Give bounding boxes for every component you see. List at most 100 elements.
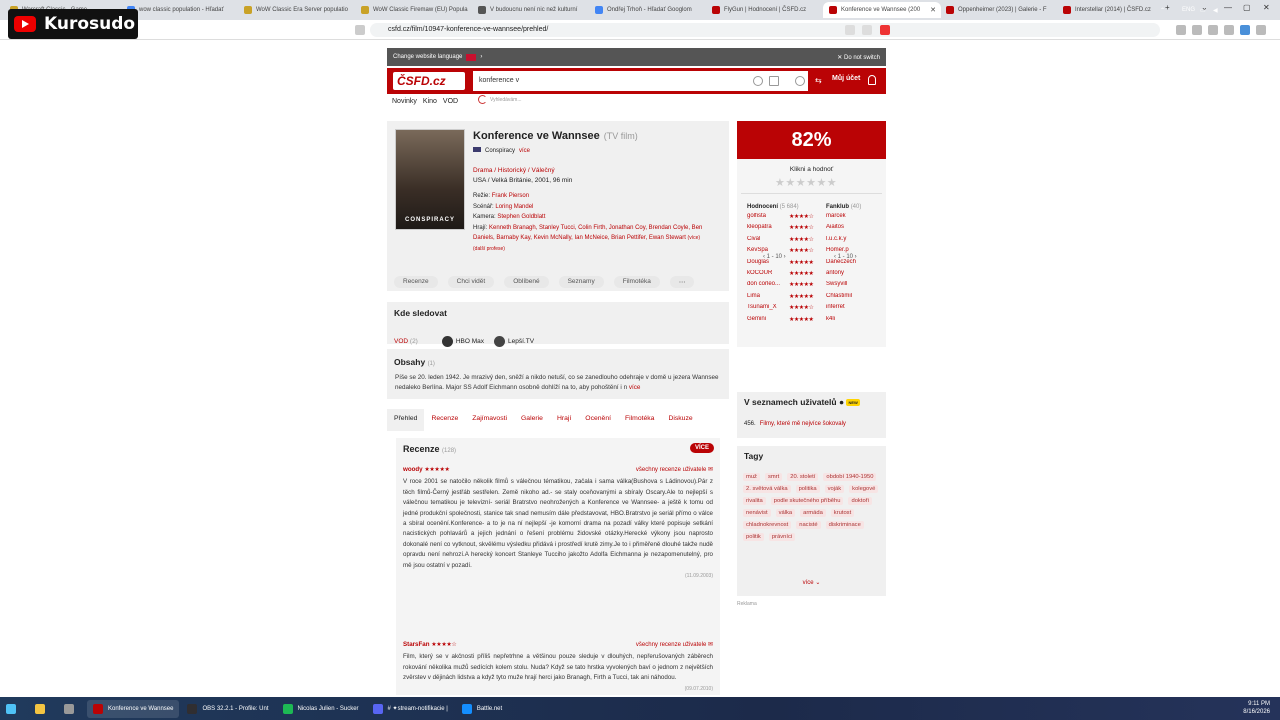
tag-item[interactable]: muž bbox=[743, 473, 760, 481]
tag-item[interactable]: nacisté bbox=[796, 521, 821, 529]
tag-item[interactable]: doktoři bbox=[848, 497, 872, 505]
maximize-icon[interactable]: ▢ bbox=[1243, 3, 1251, 12]
search-input[interactable]: konference v bbox=[473, 71, 808, 91]
rating-user[interactable]: don corleo... bbox=[747, 281, 789, 292]
profile-icon[interactable] bbox=[1240, 25, 1250, 35]
lepsi-tv-button[interactable]: Lepší.TV bbox=[494, 336, 534, 347]
all-user-reviews-link[interactable]: všechny recenze uživatele ✉ bbox=[636, 640, 713, 650]
film-action-button[interactable]: Filmotéka bbox=[613, 276, 660, 288]
browser-tab[interactable]: FlyGun | Hodnocení | ČSFD.cz bbox=[706, 2, 824, 18]
clock[interactable]: 9:11 PM 8/16/2026 bbox=[1243, 700, 1270, 716]
rating-user[interactable]: Douglas bbox=[747, 259, 789, 270]
browser-tab[interactable]: Oppenheimer (2023) | Galerie - F bbox=[940, 2, 1058, 18]
start-button[interactable] bbox=[0, 700, 27, 718]
chevron-right-icon[interactable]: › bbox=[480, 54, 482, 60]
film-action-button[interactable]: Recenze bbox=[394, 276, 438, 288]
film-action-button[interactable]: Chci vidět bbox=[447, 276, 495, 288]
rating-row[interactable]: Tsunami_X ★★★★☆ bbox=[747, 304, 814, 315]
rating-row[interactable]: kleopatra ★★★★☆ bbox=[747, 224, 814, 235]
tab-2[interactable]: Zajímavosti bbox=[465, 409, 514, 431]
rating-row[interactable]: Douglas ★★★★★ bbox=[747, 259, 814, 270]
tray-chevron-icon[interactable]: ⌃ bbox=[1160, 7, 1165, 14]
sidebar-icon[interactable] bbox=[1208, 25, 1218, 35]
browser-tab[interactable]: Ondřej Trhoň - Hľadať Googlom bbox=[589, 2, 707, 18]
fanclub-pager[interactable]: ‹ 1 - 10 › bbox=[834, 254, 857, 260]
fanclub-user[interactable]: Swsyvill bbox=[826, 281, 868, 292]
taskbar-app[interactable]: Konference ve Wannsee bbox=[87, 699, 180, 718]
film-action-button[interactable]: Oblíbené bbox=[504, 276, 549, 288]
fanclub-user[interactable]: antony bbox=[826, 270, 868, 281]
all-user-reviews-link[interactable]: všechny recenze uživatele ✉ bbox=[636, 465, 713, 475]
volume-icon[interactable]: ◀ bbox=[1213, 7, 1218, 14]
fanclub-user[interactable]: Daneczech bbox=[826, 259, 868, 270]
list-item[interactable]: 456. Filmy, které mě nejvíce šokovaly bbox=[744, 421, 846, 427]
taskbar-app[interactable]: # ✦stream-notifikacie | bbox=[367, 700, 454, 718]
tag-item[interactable]: politik bbox=[743, 533, 764, 541]
close-window-icon[interactable]: ✕ bbox=[1263, 3, 1270, 12]
more-actors-link[interactable]: (více) bbox=[688, 235, 701, 241]
camera-link[interactable]: Stephen Goldblatt bbox=[497, 214, 545, 220]
tag-item[interactable]: 20. století bbox=[787, 473, 819, 481]
rating-user[interactable]: Tsunami_X bbox=[747, 304, 789, 315]
rating-row[interactable]: Gemini ★★★★★ bbox=[747, 316, 814, 327]
rating-row[interactable]: kOCOUR ★★★★★ bbox=[747, 270, 814, 281]
rating-row[interactable]: Cival ★★★★☆ bbox=[747, 236, 814, 247]
film-action-button[interactable]: Seznamy bbox=[558, 276, 604, 288]
tab-0[interactable]: Přehled bbox=[387, 409, 425, 431]
ratings-pager[interactable]: ‹ 1 - 10 › bbox=[763, 254, 786, 260]
fanclub-user-name[interactable]: Daneczech bbox=[826, 259, 868, 270]
tag-item[interactable]: rivalita bbox=[743, 497, 766, 505]
taskbar-app[interactable]: Battle.net bbox=[456, 700, 508, 718]
tab-3[interactable]: Galerie bbox=[514, 409, 550, 431]
review-author[interactable]: woody bbox=[403, 466, 423, 473]
download-icon[interactable] bbox=[1224, 25, 1234, 35]
fanclub-user[interactable]: Aiaitos bbox=[826, 224, 868, 235]
tag-item[interactable]: právníci bbox=[768, 533, 796, 541]
fanclub-user[interactable]: l.u.c.k.y bbox=[826, 236, 868, 247]
filter-icon[interactable] bbox=[769, 76, 779, 86]
tag-item[interactable]: krutost bbox=[830, 509, 855, 517]
review-author[interactable]: StarsFan bbox=[403, 641, 429, 648]
rating-row[interactable]: Lima ★★★★★ bbox=[747, 293, 814, 304]
minimize-icon[interactable]: — bbox=[1224, 3, 1232, 12]
director-link[interactable]: Frank Pierson bbox=[492, 193, 529, 199]
tag-item[interactable]: chladnokrevnost bbox=[743, 521, 792, 529]
browser-tab[interactable]: Interstellar (2014) | ČSFD.cz bbox=[1057, 2, 1175, 18]
network-icon[interactable]: ▭ bbox=[1200, 7, 1206, 14]
rating-user[interactable]: Gemini bbox=[747, 316, 789, 327]
close-tab-icon[interactable]: ✕ bbox=[930, 6, 936, 14]
nav-item[interactable]: Kino bbox=[423, 98, 437, 105]
translate-icon[interactable]: ⇆ bbox=[815, 76, 822, 85]
tag-item[interactable]: smrt bbox=[764, 473, 783, 481]
more-titles-link[interactable]: více bbox=[519, 148, 530, 154]
tab-7[interactable]: Diskuze bbox=[661, 409, 699, 431]
csfd-logo[interactable]: ČSFD.cz bbox=[393, 72, 465, 90]
more-tags-link[interactable]: více ⌄ bbox=[737, 579, 886, 586]
rating-user[interactable]: golfista bbox=[747, 213, 789, 224]
rate-stars[interactable]: ★★★★★★ bbox=[775, 176, 837, 189]
fanclub-user-name[interactable]: Aiaitos bbox=[826, 224, 868, 235]
music-icon[interactable] bbox=[1192, 25, 1202, 35]
tab-6[interactable]: Filmotéka bbox=[618, 409, 661, 431]
nav-item[interactable]: VOD bbox=[443, 98, 458, 105]
search-icon[interactable] bbox=[795, 76, 805, 86]
tab-5[interactable]: Ocenění bbox=[578, 409, 618, 431]
clear-icon[interactable] bbox=[753, 76, 763, 86]
tag-item[interactable]: 2. světová válka bbox=[743, 485, 791, 493]
fanclub-user-name[interactable]: inferret bbox=[826, 304, 868, 315]
change-language-label[interactable]: Change website language bbox=[393, 54, 462, 60]
fanclub-user-name[interactable]: l.u.c.k.y bbox=[826, 236, 868, 247]
browser-tab[interactable]: WoW Classic Firemaw (EU) Popula bbox=[355, 2, 473, 18]
tag-item[interactable]: voják bbox=[824, 485, 845, 493]
taskbar-app[interactable]: Nicolas Julien - Sucker bbox=[277, 700, 365, 718]
more-professions-link[interactable]: (další profese) bbox=[473, 244, 725, 255]
browser-tab[interactable]: wow classic population - Hľadať bbox=[121, 2, 239, 18]
bookmark-icon[interactable] bbox=[355, 25, 365, 35]
tab-4[interactable]: Hrají bbox=[550, 409, 578, 431]
tag-item[interactable]: politika bbox=[795, 485, 820, 493]
uk-flag-icon[interactable] bbox=[466, 53, 477, 61]
tag-item[interactable]: diskriminace bbox=[825, 521, 864, 529]
fanclub-user[interactable]: Chlastimil bbox=[826, 293, 868, 304]
tab-1[interactable]: Recenze bbox=[424, 409, 465, 431]
more-reviews-button[interactable]: VÍCE bbox=[689, 443, 714, 453]
